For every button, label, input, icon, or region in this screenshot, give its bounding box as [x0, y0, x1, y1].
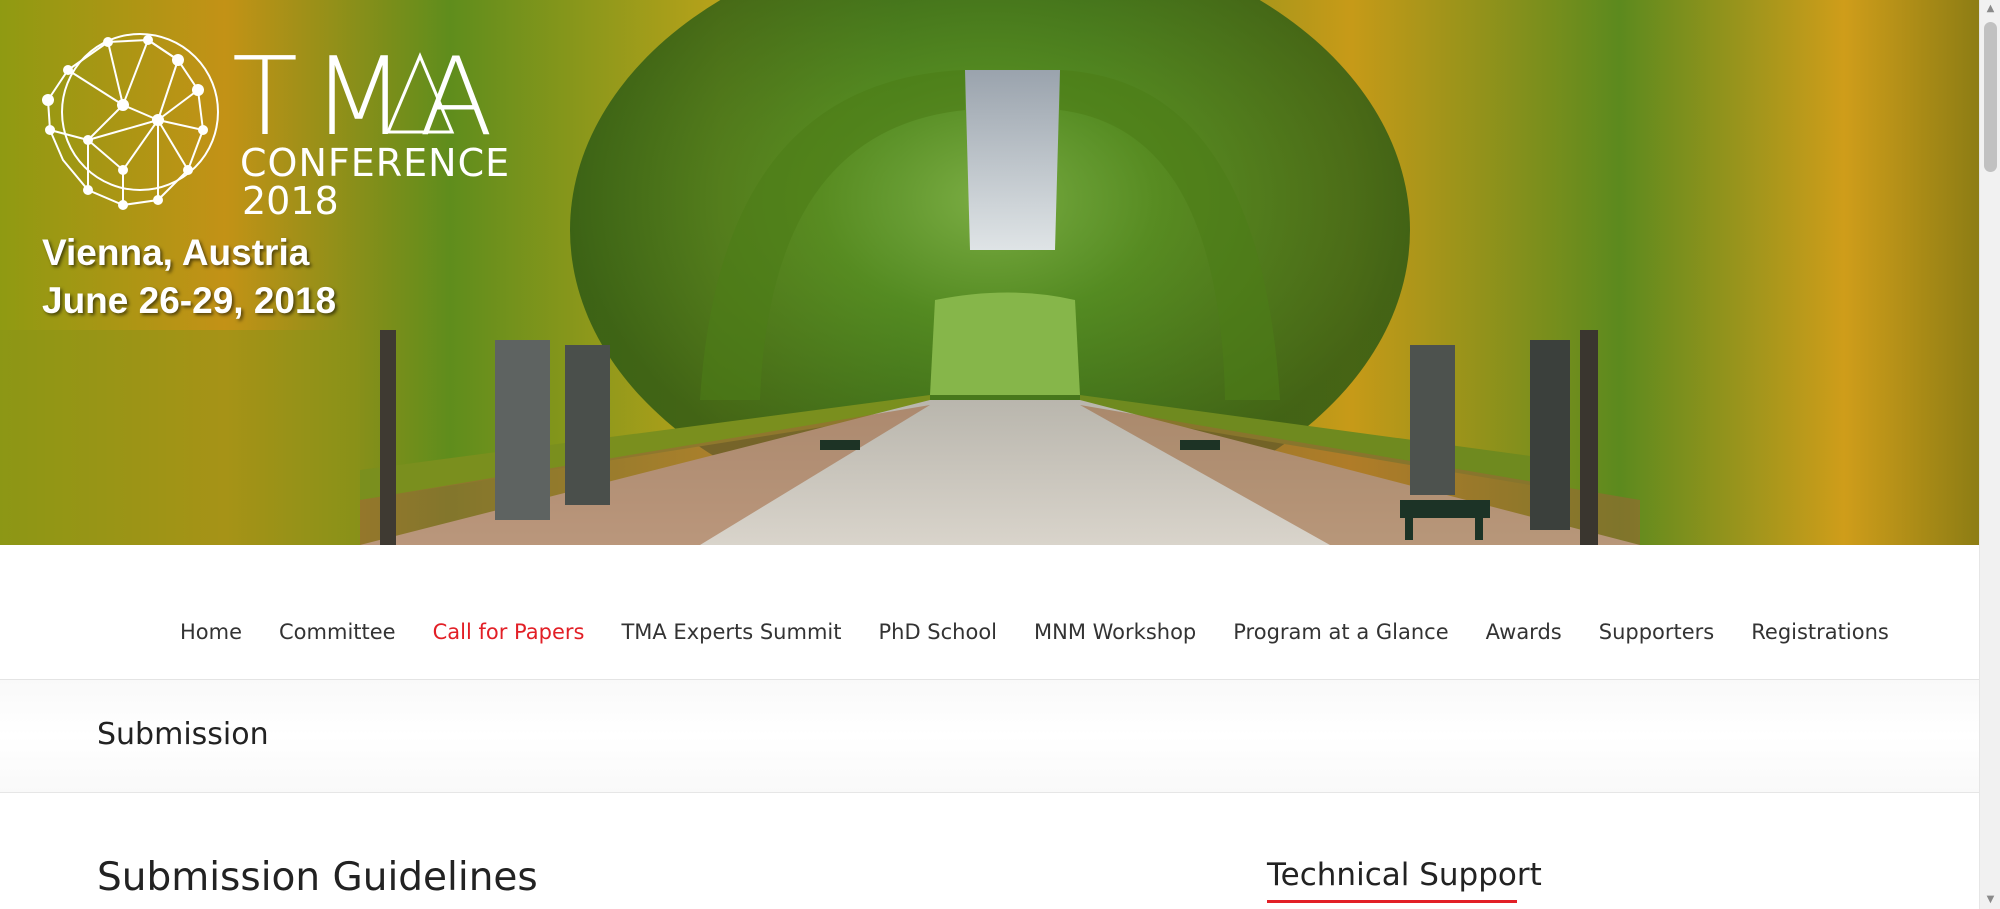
vertical-scrollbar[interactable]: ▲ ▼ [1979, 0, 2000, 909]
hero-location: Vienna, Austria [42, 232, 310, 273]
nav-item-tma-experts-summit[interactable]: TMA Experts Summit [621, 622, 841, 643]
nav-item-mnm-workshop[interactable]: MNM Workshop [1034, 622, 1196, 643]
nav-item-committee[interactable]: Committee [279, 622, 396, 643]
main-navigation: Home Committee Call for Papers TMA Exper… [0, 545, 1979, 680]
scroll-up-arrow-icon[interactable]: ▲ [1980, 0, 2000, 18]
logo-conference-text: CONFERENCE [240, 141, 511, 185]
scrollbar-thumb[interactable] [1984, 22, 1997, 172]
page-title: Submission [97, 717, 269, 752]
nav-item-phd-school[interactable]: PhD School [878, 622, 997, 643]
nav-item-call-for-papers[interactable]: Call for Papers [433, 622, 585, 643]
page-title-bar: Submission [0, 680, 1979, 793]
nav-item-program-at-a-glance[interactable]: Program at a Glance [1233, 622, 1448, 643]
scroll-down-arrow-icon[interactable]: ▼ [1980, 891, 2000, 909]
nav-item-awards[interactable]: Awards [1486, 622, 1562, 643]
logo-year-text: 2018 [242, 179, 339, 223]
main-heading: Submission Guidelines [97, 855, 538, 900]
nav-item-registrations[interactable]: Registrations [1751, 622, 1889, 643]
page-viewport: TMA CONFERENCE 2018 Vienna, Austria June… [0, 0, 1979, 909]
sidebar-heading: Technical Support [1267, 857, 1542, 893]
nav-item-home[interactable]: Home [180, 622, 242, 643]
nav-item-supporters[interactable]: Supporters [1599, 622, 1715, 643]
hero-banner: TMA CONFERENCE 2018 Vienna, Austria June… [0, 0, 1979, 545]
nav-menu: Home Committee Call for Papers TMA Exper… [180, 622, 1926, 643]
sidebar-heading-underline [1267, 900, 1517, 903]
logo-wordmark: TMA [232, 35, 508, 160]
hero-dates: June 26-29, 2018 [42, 280, 337, 321]
